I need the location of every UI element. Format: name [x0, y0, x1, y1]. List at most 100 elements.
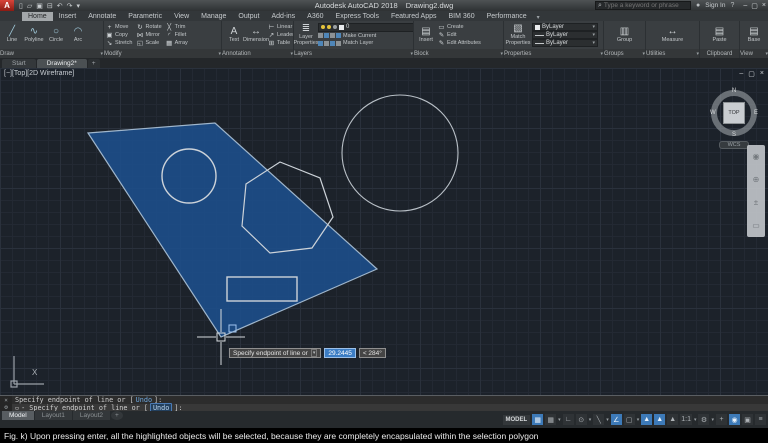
annotation-monitor-toggle[interactable]: + — [716, 414, 727, 425]
command-line[interactable]: × ⚙ Specify endpoint of line or [Undo]: … — [0, 395, 768, 411]
make-current-button[interactable]: Make Current — [318, 32, 413, 40]
create-block-button[interactable]: ▭Create — [438, 23, 481, 31]
qat-dropdown-icon[interactable]: ▾ — [77, 2, 81, 10]
autoscale-toggle[interactable]: ▲ — [654, 414, 665, 425]
line-button[interactable]: ╱ Line — [2, 22, 22, 48]
table-button[interactable]: ⊞Table — [268, 39, 293, 47]
viewcube[interactable]: N S W E TOP — [711, 90, 757, 136]
object-color-dropdown[interactable]: ByLayer ▾ — [532, 23, 598, 31]
layout2-tab[interactable]: Layout2 — [73, 411, 110, 420]
base-button[interactable]: ▤ Base — [744, 22, 764, 48]
ribbon-display-toggle-icon[interactable]: ▾ — [537, 14, 540, 21]
tab-view[interactable]: View — [168, 12, 195, 21]
dimension-button[interactable]: ↔ Dimension — [246, 22, 266, 48]
annotation-visibility-toggle[interactable]: ▲ — [641, 414, 652, 425]
annotation-scale-toggle[interactable]: ▲ — [667, 414, 678, 425]
panel-label-draw[interactable]: Draw ▾ — [0, 49, 103, 58]
trim-button[interactable]: ╳Trim — [166, 23, 188, 31]
undo-icon[interactable]: ↶ — [57, 2, 63, 10]
paste-button[interactable]: ▤ Paste — [710, 22, 730, 48]
lineweight-dropdown[interactable]: ByLayer ▾ — [532, 31, 598, 39]
panel-label-block[interactable]: Block ▾ — [414, 49, 503, 58]
tab-annotate[interactable]: Annotate — [82, 12, 122, 21]
orbit-icon[interactable]: ▭ — [752, 221, 760, 230]
edit-block-button[interactable]: ✎Edit — [438, 31, 481, 39]
command-close-icon[interactable]: × — [4, 397, 8, 404]
panel-label-layers[interactable]: Layers ▾ — [294, 49, 413, 58]
isodraft-toggle[interactable]: ╲ — [593, 414, 604, 425]
minimize-icon[interactable]: – — [743, 2, 747, 10]
annotation-scale-value[interactable]: 1:1 — [680, 414, 692, 425]
panel-label-view[interactable]: View ▾ — [740, 49, 768, 58]
panel-label-utilities[interactable]: Utilities ▾ — [646, 49, 699, 58]
viewcube-west[interactable]: W — [710, 110, 716, 116]
dynamic-input-options-icon[interactable]: ▾ — [311, 349, 318, 357]
rotate-button[interactable]: ↻Rotate — [136, 23, 161, 31]
viewport-controls[interactable]: [−][Top][2D Wireframe] — [4, 70, 74, 77]
edit-attributes-button[interactable]: ✎Edit Attributes — [438, 39, 481, 47]
polar-tracking-toggle[interactable]: ⊙ — [576, 414, 587, 425]
viewport-close-icon[interactable]: × — [760, 70, 764, 78]
dynamic-input-distance-field[interactable]: 29.2445 — [324, 348, 356, 358]
model-tab[interactable]: Model — [2, 411, 34, 420]
wcs-dropdown[interactable]: WCS — [719, 141, 749, 149]
search-input[interactable] — [604, 2, 684, 9]
arc-button[interactable]: ◠ Arc — [68, 22, 88, 48]
graphics-performance-toggle[interactable]: ◉ — [729, 414, 740, 425]
navigation-bar[interactable]: ◉ ⊕ ± ▭ — [747, 145, 765, 237]
tab-a360[interactable]: A360 — [301, 12, 329, 21]
move-button[interactable]: +Move — [106, 23, 132, 31]
tab-manage[interactable]: Manage — [195, 12, 232, 21]
viewcube-top-face[interactable]: TOP — [723, 102, 745, 124]
object-snap-tracking-toggle[interactable]: ∠ — [611, 414, 622, 425]
file-tab-drawing2[interactable]: Drawing2* — [37, 59, 87, 68]
ortho-toggle[interactable]: ∟ — [563, 414, 574, 425]
new-file-icon[interactable]: ▯ — [19, 2, 23, 10]
match-properties-button[interactable]: ▧ Match Properties — [506, 22, 530, 48]
group-button[interactable]: ▥ Group — [615, 22, 635, 48]
help-icon[interactable]: ? — [730, 2, 734, 9]
tab-performance[interactable]: Performance — [481, 12, 533, 21]
polar-dropdown-icon[interactable]: ▾ — [589, 417, 592, 423]
panel-label-clipboard[interactable]: Clipboard — [700, 49, 739, 58]
tab-featured-apps[interactable]: Featured Apps — [385, 12, 443, 21]
linetype-dropdown[interactable]: ByLayer ▾ — [532, 39, 598, 47]
app-menu-button[interactable]: A — [0, 0, 14, 11]
panel-label-properties[interactable]: Properties ▾ — [504, 49, 603, 58]
tab-home[interactable]: Home — [22, 12, 53, 21]
selection-polygon[interactable] — [88, 123, 377, 337]
array-button[interactable]: ▦Array — [166, 39, 188, 47]
large-circle-entity[interactable] — [342, 95, 458, 211]
panel-label-annotation[interactable]: Annotation ▾ — [222, 49, 293, 58]
isodraft-dropdown-icon[interactable]: ▾ — [606, 417, 609, 423]
tab-express-tools[interactable]: Express Tools — [330, 12, 385, 21]
osnap-dropdown-icon[interactable]: ▾ — [637, 417, 640, 423]
layer-properties-button[interactable]: ≣ Layer Properties — [296, 22, 316, 48]
workspace-dropdown-icon[interactable]: ▾ — [711, 417, 714, 423]
viewport-minimize-icon[interactable]: – — [739, 70, 743, 78]
viewcube-south[interactable]: S — [732, 132, 736, 138]
insert-button[interactable]: ▤ Insert — [416, 22, 436, 48]
circle-button[interactable]: ○ Circle — [46, 22, 66, 48]
scale-button[interactable]: ◱Scale — [136, 39, 161, 47]
snap-dropdown-icon[interactable]: ▾ — [558, 417, 561, 423]
viewcube-north[interactable]: N — [732, 88, 736, 94]
viewcube-east[interactable]: E — [754, 110, 758, 116]
tab-output[interactable]: Output — [232, 12, 265, 21]
open-file-icon[interactable]: ▱ — [27, 2, 32, 10]
model-space-button[interactable]: MODEL — [503, 415, 531, 425]
scale-dropdown-icon[interactable]: ▾ — [694, 417, 697, 423]
file-tab-start[interactable]: Start — [2, 59, 36, 68]
plot-icon[interactable]: ⊟ — [47, 2, 53, 10]
stretch-button[interactable]: ↘Stretch — [106, 39, 132, 47]
redo-icon[interactable]: ↷ — [67, 2, 73, 10]
help-search-box[interactable]: ⌕ — [595, 1, 691, 10]
snap-toggle[interactable]: ▦ — [545, 414, 556, 425]
restore-icon[interactable]: ▢ — [751, 2, 758, 10]
zoom-icon[interactable]: ± — [754, 198, 758, 207]
save-icon[interactable]: ▣ — [36, 2, 43, 10]
polyline-button[interactable]: ∿ Polyline — [24, 22, 44, 48]
measure-button[interactable]: ↔ Measure — [662, 22, 683, 48]
grid-toggle[interactable]: ▦ — [532, 414, 543, 425]
panel-label-modify[interactable]: Modify ▾ — [104, 49, 221, 58]
